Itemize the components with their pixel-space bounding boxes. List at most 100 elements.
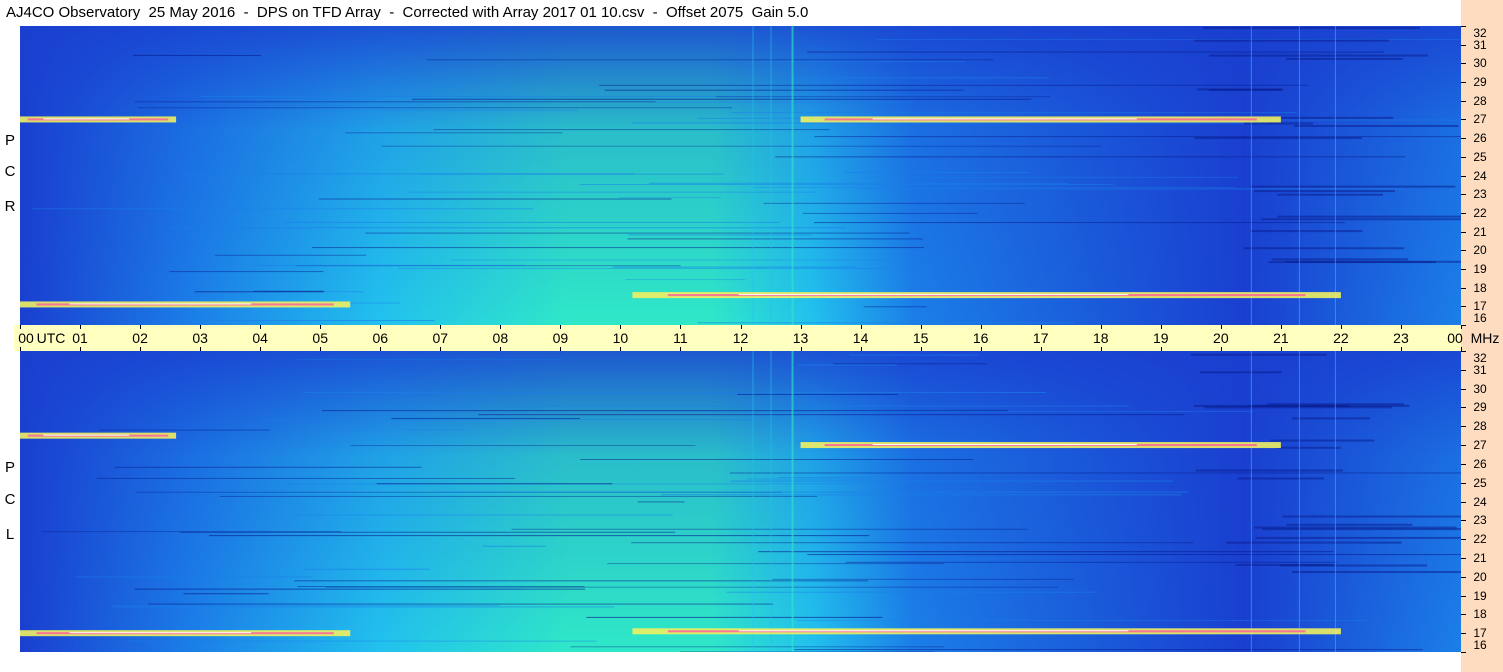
utc-tick (1040, 347, 1042, 351)
texture-line (365, 232, 910, 234)
texture-line (849, 354, 979, 356)
night-streak (1294, 124, 1459, 127)
texture-line (482, 545, 546, 547)
texture-line (350, 445, 696, 447)
mhz-tick-label: 28 (1473, 93, 1487, 108)
night-streak (1282, 515, 1461, 518)
texture-line (433, 129, 830, 131)
side-letter: L (5, 526, 15, 543)
utc-hour-label: 21 (1273, 330, 1289, 346)
texture-line (527, 61, 966, 63)
mhz-tick (1461, 389, 1466, 390)
utc-tick (980, 347, 982, 351)
mhz-tick-label: 30 (1473, 56, 1487, 71)
bright-band-peak (69, 303, 252, 305)
night-streak (1193, 39, 1389, 42)
utc-tick (860, 325, 862, 329)
utc-hour-label: 08 (492, 330, 509, 346)
night-streak (1292, 417, 1370, 420)
mhz-tick (1461, 63, 1466, 64)
texture-line (772, 578, 1074, 580)
rcp-spectrogram-plot (20, 26, 1461, 325)
mhz-tick-label: 24 (1473, 168, 1487, 183)
mhz-tick (1461, 407, 1466, 408)
rcp-side-label: R C P (0, 26, 20, 325)
texture-line (345, 132, 563, 134)
texture-line (632, 122, 1268, 124)
utc-hour-label: 09 (552, 330, 569, 346)
night-streak (1226, 541, 1402, 544)
utc-hour-label: 11 (673, 330, 688, 346)
night-streak (1291, 570, 1461, 573)
interference-line (1334, 26, 1336, 325)
texture-line (697, 322, 1075, 324)
mhz-tick-label: 24 (1473, 494, 1487, 509)
side-letter: C (4, 491, 16, 508)
utc-tick (140, 347, 142, 351)
texture-line (796, 77, 1049, 79)
texture-line (134, 588, 586, 590)
night-streak (1250, 230, 1363, 233)
interference-line (752, 351, 754, 652)
texture-line (133, 54, 261, 56)
mhz-tick-label: 17 (1473, 299, 1487, 314)
texture-line (148, 603, 774, 605)
interference-line (1298, 26, 1300, 325)
utc-tick (140, 325, 142, 329)
interference-line (770, 351, 772, 652)
utc-tick (560, 325, 562, 329)
texture-line (625, 279, 746, 281)
mhz-tick (1461, 157, 1466, 158)
utc-hour-label: 02 (132, 330, 148, 346)
utc-hour-label: 22 (1333, 330, 1349, 346)
utc-tick (1040, 325, 1042, 329)
night-streak (1270, 439, 1375, 442)
utc-hour-label: 00 (1447, 330, 1463, 346)
texture-line (283, 221, 780, 223)
night-streak (1209, 54, 1429, 57)
texture-line (391, 417, 580, 419)
utc-tick (320, 325, 322, 329)
texture-line (381, 145, 1102, 147)
mhz-tick (1461, 138, 1466, 139)
utc-tick (380, 325, 382, 329)
lcp-spectrogram (20, 351, 1461, 652)
side-letter: R (4, 198, 16, 215)
night-streak (1276, 446, 1341, 449)
mhz-tick-label: 19 (1473, 588, 1487, 603)
utc-tick (1100, 325, 1102, 329)
utc-tick (860, 347, 862, 351)
interference-line (1250, 351, 1252, 652)
side-letter: P (4, 132, 15, 149)
texture-line (318, 198, 672, 200)
utc-tick (440, 347, 442, 351)
utc-tick (800, 325, 802, 329)
mhz-tick (1461, 464, 1466, 465)
texture-line (194, 291, 324, 293)
lcp-side-label: L C P (0, 351, 20, 652)
texture-line (96, 477, 515, 479)
night-streak (1254, 526, 1457, 529)
texture-line (814, 136, 1461, 138)
mhz-tick (1461, 539, 1466, 540)
utc-hour-label: 18 (1092, 330, 1109, 346)
mhz-tick (1461, 426, 1466, 427)
mhz-tick (1461, 45, 1466, 46)
utc-tick (1400, 347, 1402, 351)
utc-tick (320, 347, 322, 351)
utc-tick (740, 347, 742, 351)
texture-line (110, 605, 500, 607)
mhz-tick-label: 23 (1473, 513, 1487, 528)
texture-line (219, 495, 818, 497)
texture-line (208, 535, 870, 537)
texture-line (214, 254, 367, 256)
rcp-spectrogram (20, 26, 1461, 325)
utc-tick (1220, 347, 1222, 351)
bright-band-peak (69, 632, 252, 634)
mhz-tick-label: 27 (1473, 438, 1487, 453)
texture-line (32, 208, 534, 210)
mhz-tick (1461, 558, 1466, 559)
night-streak (1195, 469, 1343, 472)
texture-line (261, 419, 756, 421)
texture-line (169, 271, 324, 273)
